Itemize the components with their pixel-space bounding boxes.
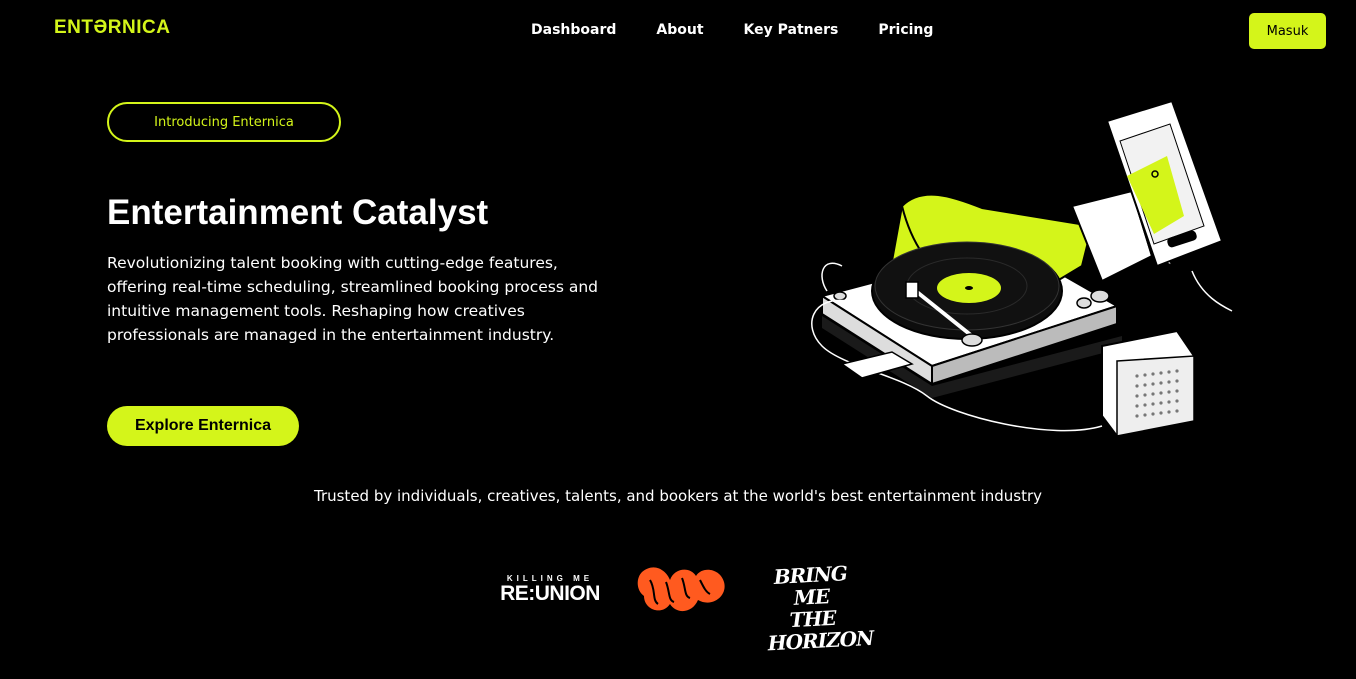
nav-dashboard[interactable]: Dashboard <box>531 22 616 38</box>
nav-about[interactable]: About <box>656 22 703 38</box>
hero-description: Revolutionizing talent booking with cutt… <box>107 254 599 344</box>
hero-title: Entertainment Catalyst <box>107 193 489 232</box>
nav-pricing[interactable]: Pricing <box>878 22 933 38</box>
login-button[interactable]: Masuk <box>1249 13 1326 49</box>
partner-logo-bmth: BRING ME THE HORIZON <box>764 561 874 656</box>
intro-badge[interactable]: Introducing Enternica <box>107 102 341 142</box>
partner-logo-reunion: KILLING ME RE:UNION <box>494 574 606 605</box>
brand-logo[interactable]: ENTƏRNICA <box>54 17 170 39</box>
partner-logos: KILLING ME RE:UNION BRING ME THE HORIZON <box>490 560 874 655</box>
nav-key-partners[interactable]: Key Patners <box>744 22 839 38</box>
main-nav: Dashboard About Key Patners Pricing <box>531 22 933 38</box>
turntable-illustration <box>811 99 1233 438</box>
bmth-logo-top: BRING ME <box>773 561 848 610</box>
reunion-logo-bottom: RE:UNION <box>500 582 600 605</box>
bmth-logo-bottom: THE HORIZON <box>767 605 874 656</box>
trusted-by-text: Trusted by individuals, creatives, talen… <box>313 487 1043 505</box>
partner-logo-nebraska <box>637 567 725 612</box>
explore-button[interactable]: Explore Enternica <box>107 406 299 446</box>
